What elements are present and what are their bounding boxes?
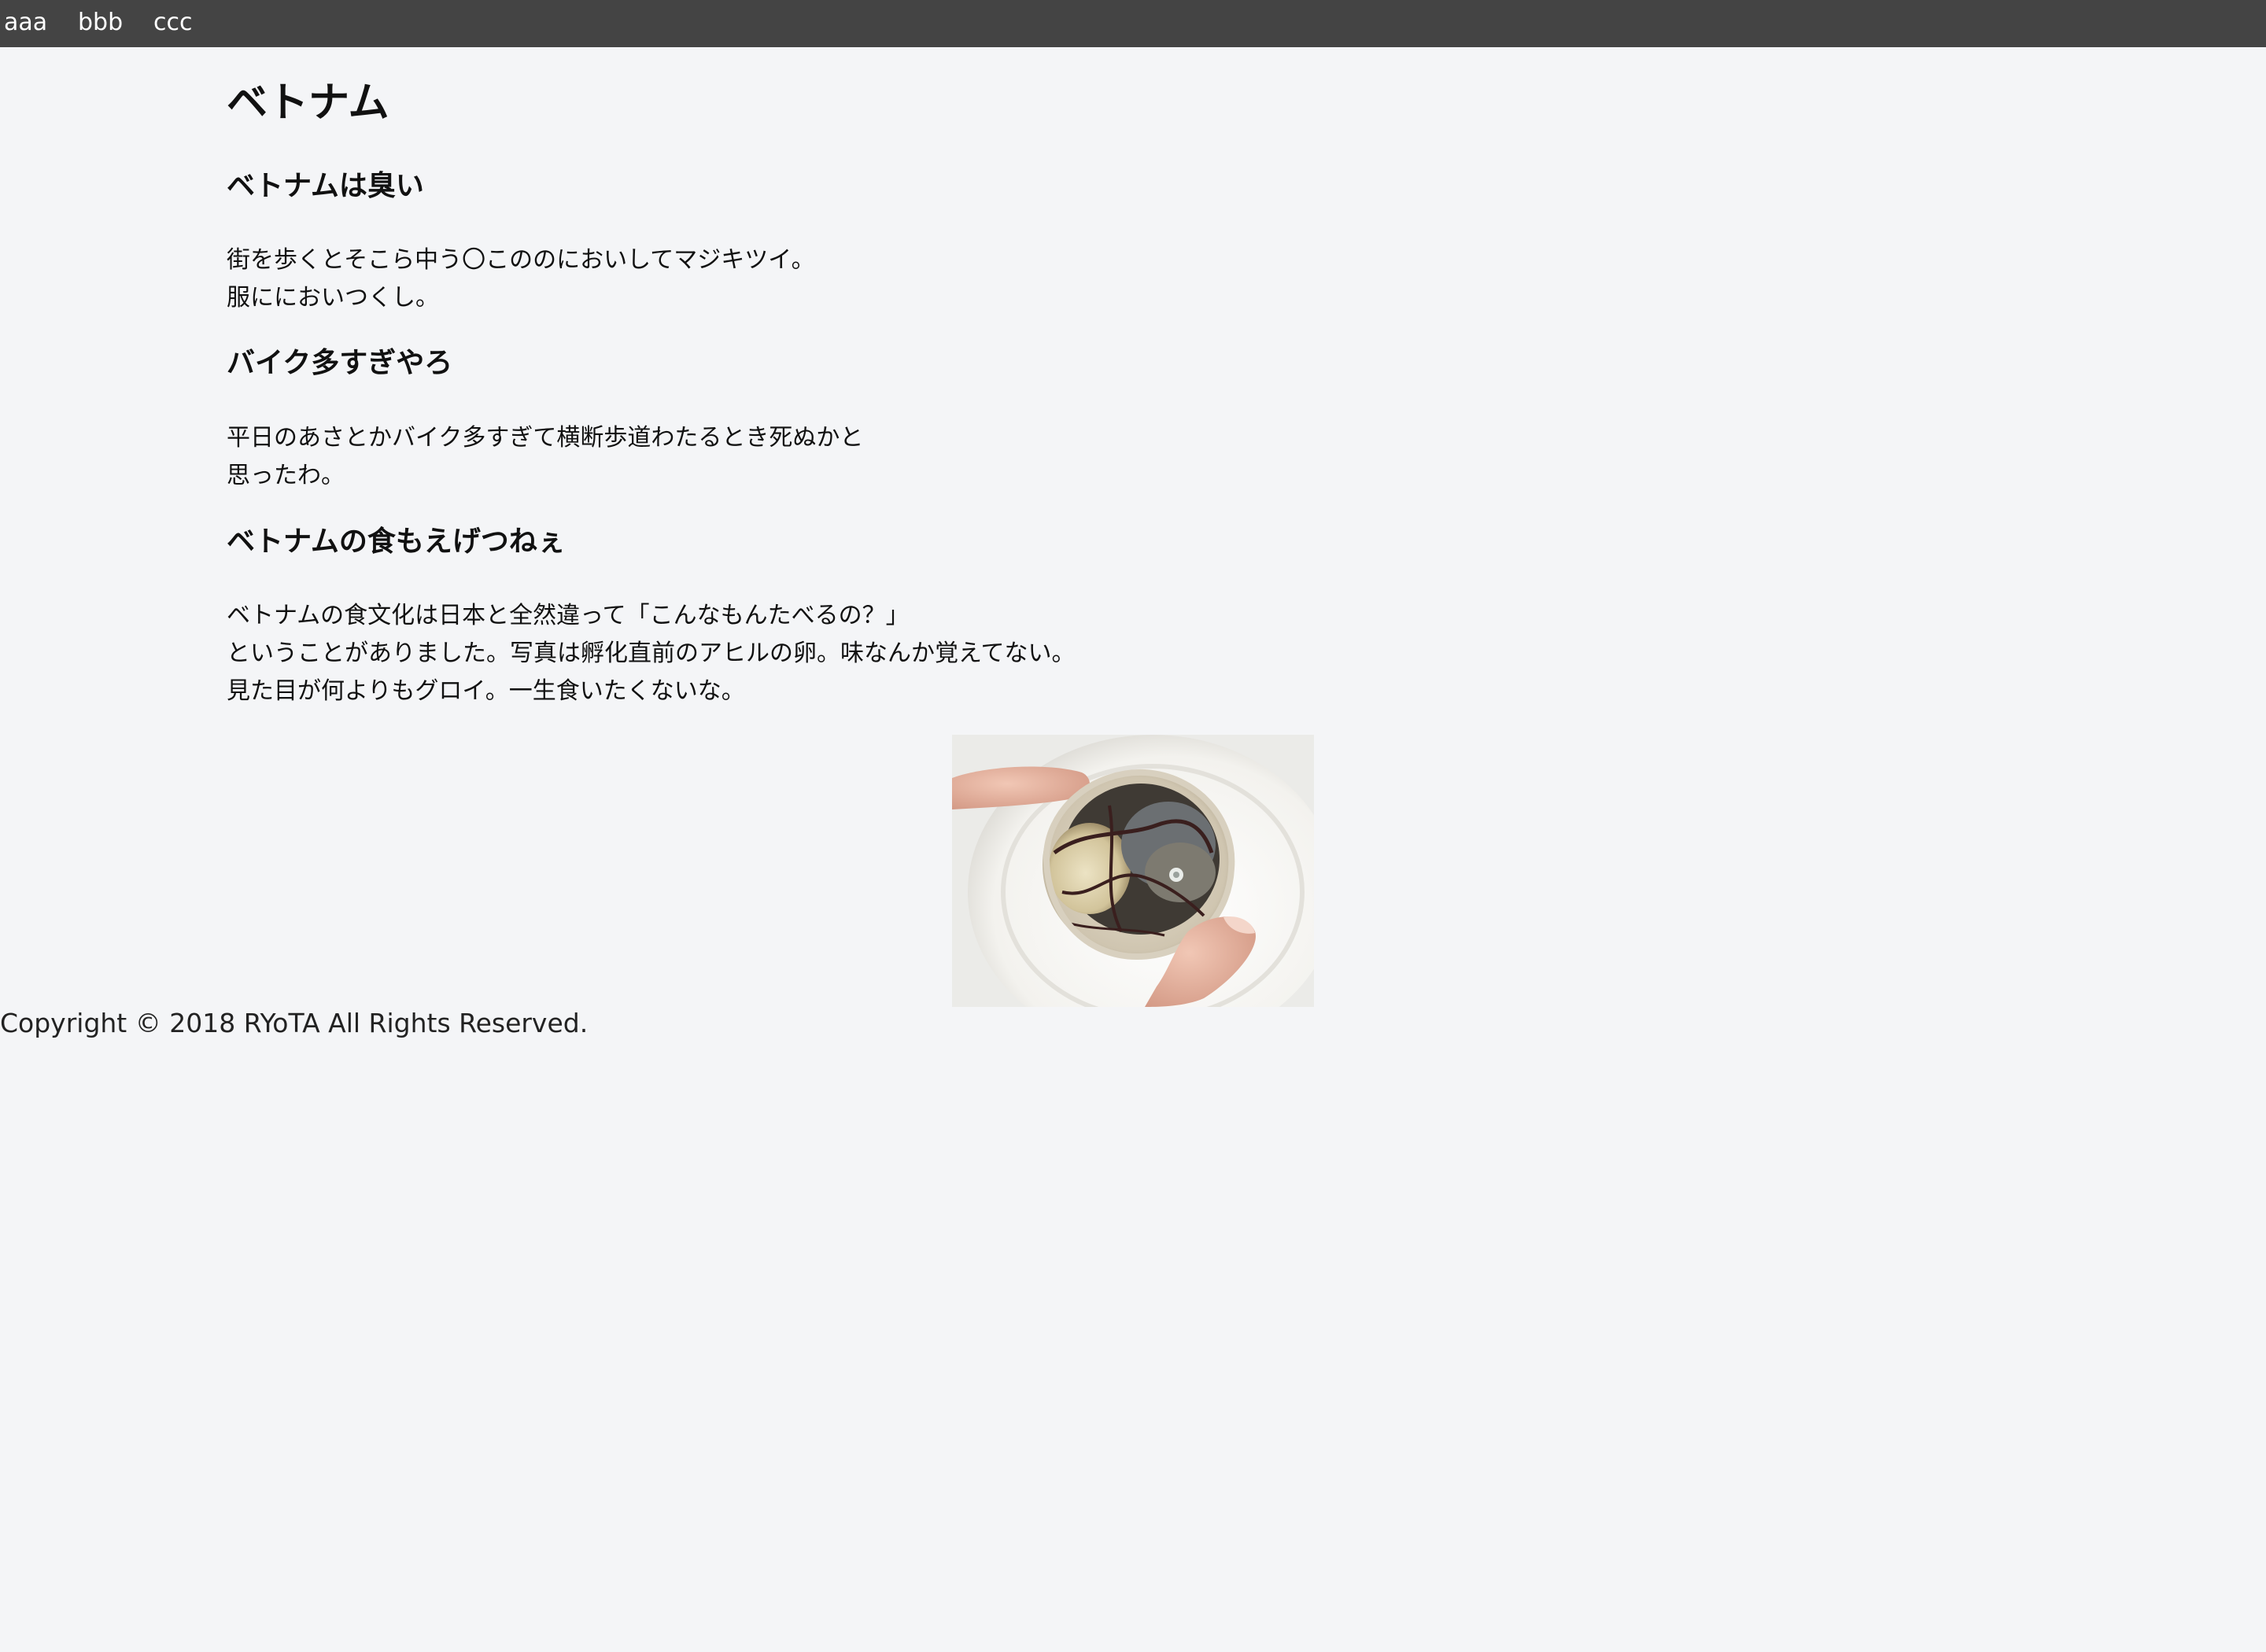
- section-heading-bikes: バイク多すぎやろ: [227, 347, 453, 379]
- section-heading-smell: ベトナムは臭い: [227, 170, 424, 202]
- nav-link-ccc[interactable]: ccc: [153, 0, 192, 47]
- text-line: 思ったわ。: [227, 462, 345, 489]
- text-line: ベトナムの食文化は日本と全然違って「こんなもんたべるの？」: [227, 602, 910, 629]
- section-text-smell: 街を歩くとそこら中う〇こののにおいしてマジキツイ。 服ににおいつくし。: [227, 242, 815, 317]
- section-text-food: ベトナムの食文化は日本と全然違って「こんなもんたべるの？」 ということがありまし…: [227, 597, 1076, 710]
- nav-link-aaa[interactable]: aaa: [4, 0, 47, 47]
- text-line: 見た目が何よりもグロイ。一生食いたくないな。: [227, 677, 745, 705]
- text-line: 平日のあさとかバイク多すぎて横断歩道わたるとき死ぬかと: [227, 424, 864, 452]
- nav-link-bbb[interactable]: bbb: [78, 0, 123, 47]
- page-title: ベトナム: [227, 79, 389, 127]
- duck-egg-photo: [952, 735, 1314, 1007]
- text-line: ということがありました。写真は孵化直前のアヒルの卵。味なんか覚えてない。: [227, 640, 1076, 667]
- top-nav: aaa bbb ccc: [0, 0, 2266, 47]
- text-line: 街を歩くとそこら中う〇こののにおいしてマジキツイ。: [227, 246, 815, 274]
- text-line: 服ににおいつくし。: [227, 284, 439, 312]
- section-text-bikes: 平日のあさとかバイク多すぎて横断歩道わたるとき死ぬかと 思ったわ。: [227, 419, 863, 495]
- footer-copyright: Copyright © 2018 RYoTA All Rights Reserv…: [0, 1008, 589, 1038]
- section-heading-food: ベトナムの食もえげつねぇ: [227, 525, 566, 558]
